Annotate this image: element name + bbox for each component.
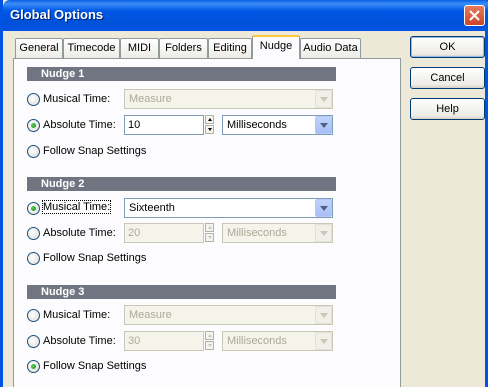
nudge-1-absolute-label: Absolute Time: [43, 119, 116, 131]
global-options-dialog: Global Options General Timecode MIDI Fol… [0, 0, 488, 387]
nudge-1-musical-value: Measure [129, 93, 172, 105]
nudge-3-musical-radio[interactable] [27, 309, 40, 322]
ok-button[interactable]: OK [410, 36, 485, 58]
nudge-1-absolute-input[interactable] [125, 116, 203, 134]
chevron-down-icon [315, 116, 332, 134]
nudge-1-header: Nudge 1 [27, 67, 336, 81]
spin-up-icon[interactable] [205, 331, 214, 340]
nudge-2-musical-label: Musical Time: [41, 200, 112, 214]
tab-midi[interactable]: MIDI [120, 38, 159, 58]
nudge-2-header: Nudge 2 [27, 177, 336, 191]
tab-folders[interactable]: Folders [159, 38, 208, 58]
nudge-2-absolute-spinner[interactable] [205, 223, 214, 243]
nudge-3-absolute-field[interactable] [124, 331, 204, 351]
nudge-1-musical-label: Musical Time: [43, 93, 111, 105]
spin-down-icon[interactable] [205, 125, 214, 134]
nudge-1-unit-select[interactable]: Milliseconds [222, 115, 333, 135]
chevron-down-icon [315, 90, 332, 108]
nudge-2-absolute-label: Absolute Time: [43, 227, 116, 239]
tab-general[interactable]: General [15, 38, 63, 58]
nudge-1-unit-value: Milliseconds [227, 119, 287, 131]
nudge-3-musical-select[interactable]: Measure [124, 305, 333, 325]
nudge-3-musical-value: Measure [129, 309, 172, 321]
tab-timecode[interactable]: Timecode [63, 38, 120, 58]
nudge-2-follow-radio[interactable] [27, 252, 40, 265]
chevron-down-icon [315, 306, 332, 324]
nudge-1-follow-label: Follow Snap Settings [43, 145, 147, 157]
close-icon [469, 10, 480, 21]
nudge-1-absolute-radio[interactable] [27, 119, 40, 132]
nudge-2-absolute-input[interactable] [125, 224, 203, 242]
nudge-1-musical-select[interactable]: Measure [124, 89, 333, 109]
tab-nudge[interactable]: Nudge [252, 35, 300, 59]
nudge-3-follow-label: Follow Snap Settings [43, 360, 147, 372]
nudge-2-musical-radio[interactable] [27, 202, 40, 215]
nudge-3-absolute-input[interactable] [125, 332, 203, 350]
spin-up-icon[interactable] [205, 223, 214, 232]
spin-up-icon[interactable] [205, 115, 214, 124]
nudge-1-absolute-field[interactable] [124, 115, 204, 135]
window-title: Global Options [10, 7, 104, 22]
nudge-3-follow-radio[interactable] [27, 360, 40, 373]
nudge-3-unit-value: Milliseconds [227, 335, 287, 347]
cancel-button[interactable]: Cancel [410, 67, 485, 89]
chevron-down-icon [315, 224, 332, 242]
close-button[interactable] [464, 5, 485, 26]
nudge-3-absolute-label: Absolute Time: [43, 335, 116, 347]
nudge-3-musical-label: Musical Time: [43, 309, 111, 321]
tab-editing[interactable]: Editing [208, 38, 252, 58]
tab-audio-data[interactable]: Audio Data [300, 38, 361, 58]
nudge-2-musical-value: Sixteenth [129, 202, 175, 214]
nudge-2-unit-value: Milliseconds [227, 227, 287, 239]
chevron-down-icon [315, 199, 332, 217]
spin-down-icon[interactable] [205, 233, 214, 242]
chevron-down-icon [315, 332, 332, 350]
nudge-2-absolute-radio[interactable] [27, 227, 40, 240]
nudge-3-unit-select[interactable]: Milliseconds [222, 331, 333, 351]
nudge-3-absolute-spinner[interactable] [205, 331, 214, 351]
nudge-2-unit-select[interactable]: Milliseconds [222, 223, 333, 243]
nudge-1-follow-radio[interactable] [27, 145, 40, 158]
nudge-2-follow-label: Follow Snap Settings [43, 252, 147, 264]
nudge-2-musical-select[interactable]: Sixteenth [124, 198, 333, 218]
nudge-1-absolute-spinner[interactable] [205, 115, 214, 135]
nudge-3-absolute-radio[interactable] [27, 335, 40, 348]
nudge-3-header: Nudge 3 [27, 285, 336, 299]
help-button[interactable]: Help [410, 98, 485, 120]
spin-down-icon[interactable] [205, 341, 214, 350]
nudge-2-absolute-field[interactable] [124, 223, 204, 243]
title-bar[interactable]: Global Options [3, 0, 488, 31]
nudge-1-musical-radio[interactable] [27, 93, 40, 106]
